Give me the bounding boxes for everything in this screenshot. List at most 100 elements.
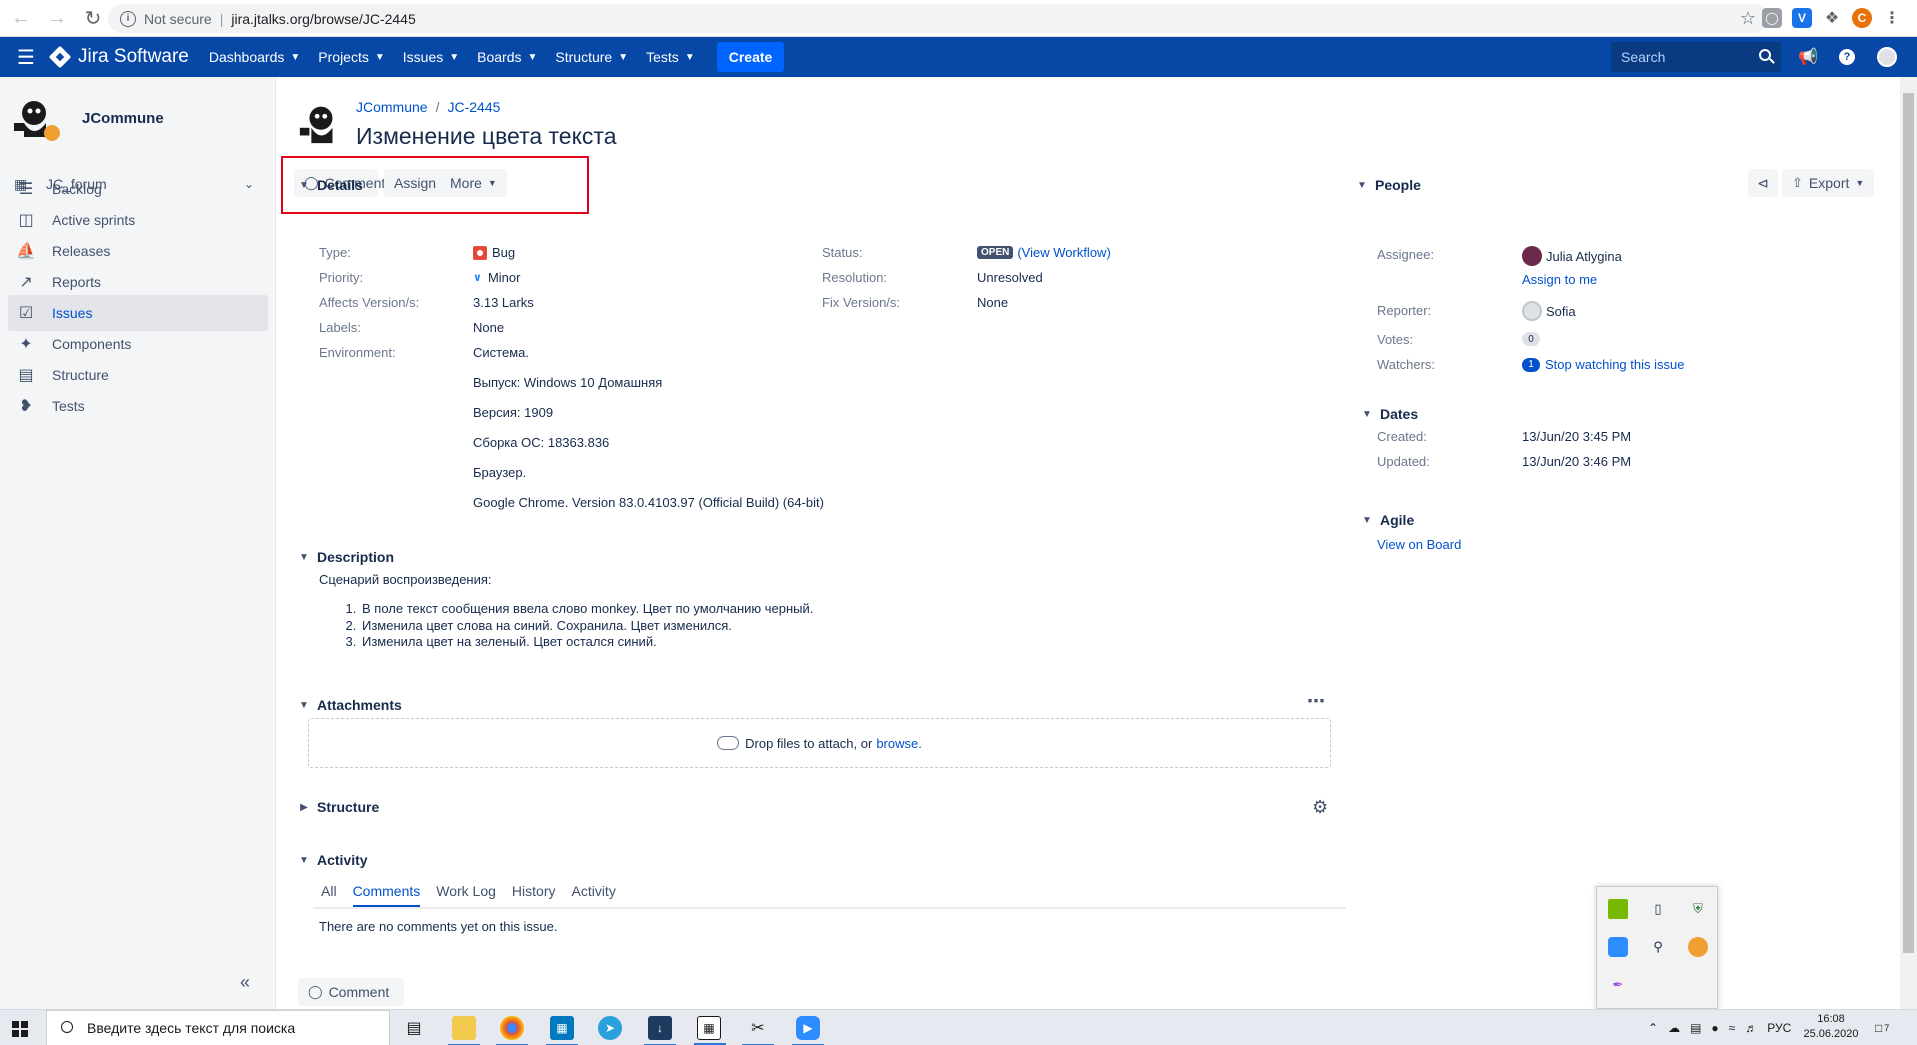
- create-button[interactable]: Create: [716, 42, 785, 72]
- share-button[interactable]: ⊲: [1748, 169, 1778, 197]
- vpn-app-icon[interactable]: ↓: [644, 1016, 676, 1045]
- assign-button[interactable]: Assign: [384, 169, 447, 197]
- jira-logo[interactable]: Jira Software: [48, 45, 189, 69]
- bottom-comment-button[interactable]: ◯ Comment: [298, 978, 404, 1006]
- browse-link[interactable]: browse.: [876, 736, 922, 751]
- sidebar-item-tests[interactable]: ❥ Tests: [8, 388, 268, 424]
- user-avatar[interactable]: [1876, 46, 1898, 68]
- sidebar-item-label: Issues: [52, 305, 93, 321]
- sidebar-item-label: Tests: [52, 398, 85, 414]
- trello-icon[interactable]: ▦: [546, 1016, 578, 1045]
- taskbar-search-input[interactable]: Введите здесь текст для поиска: [46, 1010, 390, 1045]
- tab-all[interactable]: All: [321, 883, 337, 907]
- forward-icon[interactable]: →: [42, 3, 72, 33]
- attachment-dropzone[interactable]: Drop files to attach, or browse.: [308, 718, 1331, 768]
- status-lozenge: OPEN: [977, 246, 1014, 259]
- agile-section-header[interactable]: ▼ Agile: [1360, 512, 1414, 528]
- help-icon[interactable]: ?: [1836, 46, 1858, 68]
- dates-section-header[interactable]: ▼ Dates: [1360, 406, 1418, 422]
- reload-icon[interactable]: ↻: [78, 3, 108, 33]
- chrome-icon[interactable]: [496, 1016, 528, 1045]
- project-header[interactable]: JCommune: [12, 93, 164, 143]
- menu-dashboards[interactable]: Dashboards ▼: [209, 49, 300, 65]
- export-button[interactable]: ⇧ Export ▼: [1782, 169, 1875, 197]
- shield-extension-icon[interactable]: ◯: [1762, 8, 1782, 28]
- more-button-label: More: [450, 175, 482, 191]
- network-icon[interactable]: ▤: [1690, 1021, 1701, 1035]
- snipping-tool-icon[interactable]: ✂: [742, 1016, 774, 1045]
- reporter-value[interactable]: Sofia: [1522, 301, 1576, 321]
- menu-structure[interactable]: Structure ▼: [555, 49, 628, 65]
- hamburger-icon[interactable]: ☰: [0, 45, 52, 70]
- zoom-icon[interactable]: ▶: [792, 1016, 824, 1045]
- tab-history[interactable]: History: [512, 883, 556, 907]
- v-extension-icon[interactable]: V: [1792, 8, 1812, 28]
- calculator-icon[interactable]: ▦: [694, 1016, 726, 1045]
- view-on-board-link[interactable]: View on Board: [1377, 537, 1461, 552]
- scrollbar-thumb[interactable]: [1903, 93, 1914, 953]
- people-section-header[interactable]: ▼ People: [1355, 177, 1421, 193]
- telegram-icon[interactable]: ➤: [598, 1016, 622, 1040]
- tab-work-log[interactable]: Work Log: [436, 883, 496, 907]
- task-view-icon[interactable]: ▤: [402, 1016, 426, 1040]
- info-icon[interactable]: i: [120, 10, 136, 27]
- labels-value[interactable]: None: [473, 320, 504, 335]
- wifi-icon[interactable]: ≈: [1729, 1021, 1736, 1035]
- menu-issues[interactable]: Issues ▼: [403, 49, 459, 65]
- menu-tests[interactable]: Tests ▼: [646, 49, 695, 65]
- details-section-header[interactable]: ▼ Details: [297, 177, 363, 193]
- address-bar[interactable]: i Not secure | jira.jtalks.org/browse/JC…: [108, 4, 1768, 33]
- onedrive-cloud-icon[interactable]: ☁: [1668, 1021, 1680, 1035]
- extensions-puzzle-icon[interactable]: ❖: [1822, 8, 1842, 28]
- votes-value[interactable]: 0: [1522, 332, 1545, 346]
- fix-version-value[interactable]: None: [977, 295, 1008, 310]
- collapse-sidebar-icon[interactable]: «: [240, 972, 250, 993]
- assign-to-me-link[interactable]: Assign to me: [1522, 272, 1597, 287]
- issue-title[interactable]: Изменение цвета текста: [356, 123, 616, 150]
- gear-icon[interactable]: ⚙: [1312, 797, 1328, 818]
- back-icon[interactable]: ←: [6, 3, 36, 33]
- assignee-value[interactable]: Julia Atlygina: [1522, 246, 1622, 266]
- attachments-section-header[interactable]: ▼ Attachments: [297, 697, 402, 713]
- microphone-icon[interactable]: ●: [1711, 1021, 1718, 1035]
- browser-menu-icon[interactable]: ⋮: [1882, 8, 1902, 28]
- satellite-icon[interactable]: ⚲: [1648, 937, 1668, 957]
- more-button[interactable]: More ▼: [440, 169, 507, 197]
- pen-icon[interactable]: ✒: [1608, 975, 1628, 995]
- structure-section-header[interactable]: ▶ Structure: [297, 799, 379, 815]
- activity-section-header[interactable]: ▼ Activity: [297, 852, 368, 868]
- watchers-count[interactable]: 1: [1522, 357, 1540, 372]
- defender-shield-icon[interactable]: ⛨: [1688, 899, 1708, 919]
- notification-center[interactable]: □ 7: [1875, 1010, 1889, 1045]
- votes-count: 0: [1522, 332, 1540, 346]
- nvidia-icon[interactable]: [1608, 899, 1628, 919]
- megaphone-icon[interactable]: 📢: [1797, 46, 1819, 68]
- attachments-more-icon[interactable]: ⋯: [1307, 691, 1325, 712]
- view-workflow-link[interactable]: (View Workflow): [1017, 245, 1110, 260]
- tab-comments[interactable]: Comments: [352, 883, 421, 907]
- menu-boards[interactable]: Boards ▼: [477, 49, 537, 65]
- tab-activity[interactable]: Activity: [571, 883, 615, 907]
- chevron-down-icon: ▼: [374, 51, 385, 63]
- menu-projects[interactable]: Projects ▼: [318, 49, 384, 65]
- bookmark-star-icon[interactable]: ☆: [1740, 8, 1756, 29]
- profile-avatar[interactable]: C: [1852, 8, 1872, 28]
- affects-version-value[interactable]: 3.13 Larks: [473, 295, 534, 310]
- usb-drive-icon[interactable]: ▯: [1648, 899, 1668, 919]
- weather-icon[interactable]: [1688, 937, 1708, 957]
- windows-start-icon[interactable]: [12, 1021, 28, 1037]
- stop-watching-link[interactable]: Stop watching this issue: [1545, 357, 1684, 372]
- search-input[interactable]: Search: [1611, 42, 1781, 72]
- description-section-header[interactable]: ▼ Description: [297, 549, 394, 565]
- language-indicator[interactable]: РУС: [1767, 1021, 1791, 1035]
- breadcrumb-issue-link[interactable]: JC-2445: [447, 99, 500, 115]
- breadcrumb-project-link[interactable]: JCommune: [356, 99, 428, 115]
- description-steps: В поле текст сообщения ввела слово monke…: [342, 601, 813, 651]
- page-scrollbar[interactable]: [1900, 77, 1917, 1009]
- zoom-tray-icon[interactable]: [1608, 937, 1628, 957]
- taskbar-clock[interactable]: 16:08 25.06.2020: [1799, 1012, 1863, 1042]
- file-explorer-icon[interactable]: [448, 1016, 480, 1045]
- volume-icon[interactable]: ♬: [1745, 1021, 1757, 1035]
- system-tray: ⌃ ☁ ▤ ● ≈ ♬ РУС: [1648, 1010, 1791, 1045]
- chevron-up-icon[interactable]: ⌃: [1648, 1021, 1658, 1035]
